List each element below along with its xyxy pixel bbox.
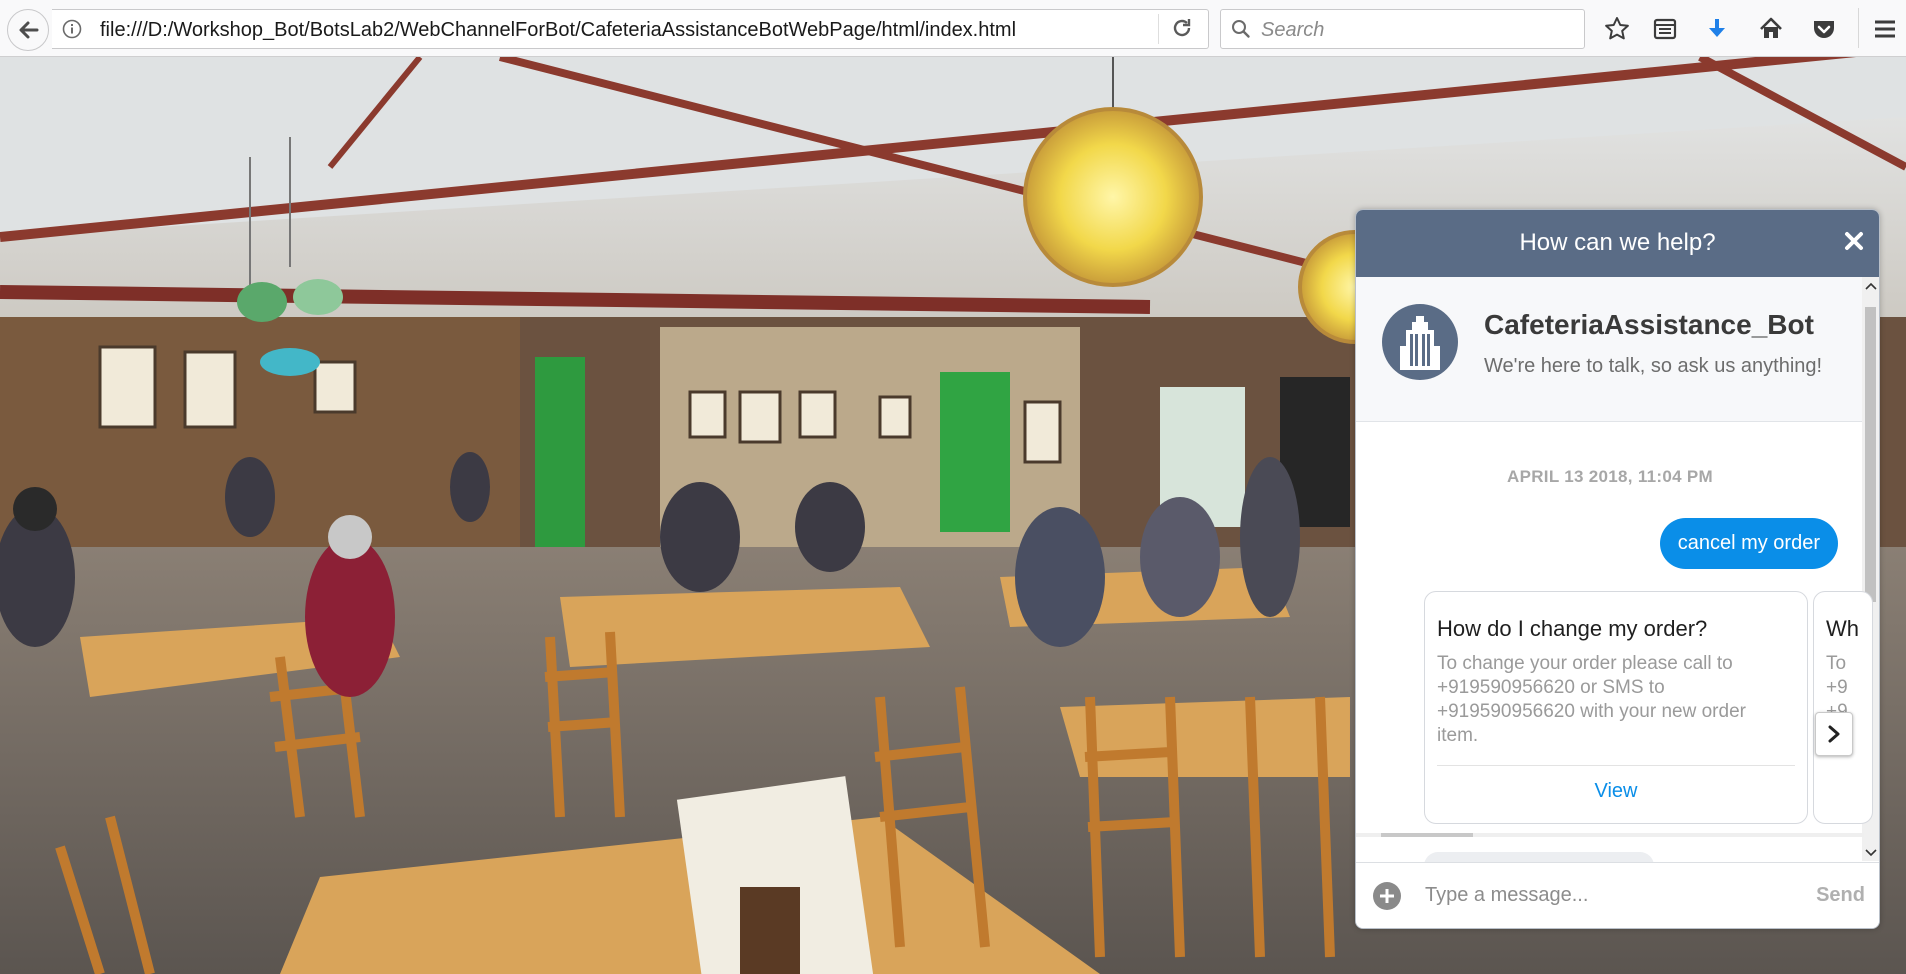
plus-circle-icon	[1373, 882, 1401, 910]
download-button[interactable]	[1702, 14, 1732, 44]
reload-icon	[1173, 19, 1191, 37]
search-icon	[1232, 20, 1250, 38]
chevron-down-icon	[1864, 848, 1877, 856]
close-chat-button[interactable]	[1841, 228, 1867, 254]
home-button[interactable]	[1756, 14, 1786, 44]
pocket-icon	[1814, 21, 1834, 38]
bookmark-star-icon	[1605, 17, 1629, 40]
suggestion-card-partial: Wh To +9 +9	[1813, 591, 1873, 824]
chat-header: How can we help?	[1356, 210, 1879, 277]
user-message-bubble: cancel my order	[1659, 518, 1838, 569]
card-title: How do I change my order?	[1437, 616, 1708, 641]
reading-list-icon	[1653, 18, 1677, 40]
card-divider	[1437, 765, 1795, 766]
card-body: To change your order please call to +919…	[1437, 653, 1746, 746]
reading-list-button[interactable]	[1650, 14, 1680, 44]
url-text[interactable]: file:///D:/Workshop_Bot/BotsLab2/WebChan…	[100, 19, 1016, 42]
menu-button[interactable]	[1870, 14, 1900, 44]
chevron-up-icon	[1864, 282, 1877, 290]
send-button[interactable]: Send	[1816, 884, 1865, 907]
card-view-button[interactable]: View	[1425, 780, 1807, 803]
suggestion-card: How do I change my order? To change your…	[1424, 591, 1808, 824]
search-box[interactable]	[1220, 9, 1585, 49]
scroll-down-button[interactable]	[1862, 844, 1879, 861]
info-icon[interactable]	[62, 19, 82, 39]
chat-title: How can we help?	[1519, 229, 1716, 256]
message-timestamp: APRIL 13 2018, 11:04 PM	[1507, 467, 1713, 486]
web-page: How can we help? CafeteriaAssistance_Bot…	[0, 57, 1906, 974]
home-icon	[1760, 17, 1782, 38]
carousel-scroll-thumb[interactable]	[1381, 833, 1473, 837]
bot-tagline: We're here to talk, so ask us anything!	[1484, 355, 1823, 377]
chat-widget: How can we help? CafeteriaAssistance_Bot…	[1355, 209, 1880, 929]
close-icon	[1845, 232, 1863, 250]
bot-avatar-icon	[1382, 304, 1458, 380]
pocket-button[interactable]	[1809, 14, 1839, 44]
search-input[interactable]	[1259, 16, 1569, 44]
card-title: Wh	[1826, 616, 1859, 641]
separator	[1158, 14, 1159, 44]
bookmark-star-button[interactable]	[1602, 14, 1632, 44]
browser-toolbar: file:///D:/Workshop_Bot/BotsLab2/WebChan…	[0, 0, 1906, 57]
message-input-bar: Send	[1356, 862, 1879, 928]
back-button[interactable]	[7, 9, 49, 51]
message-input[interactable]	[1423, 879, 1783, 911]
card-body-line: +9	[1826, 677, 1848, 698]
bot-profile: CafeteriaAssistance_Bot We're here to ta…	[1356, 277, 1864, 422]
menu-icon	[1875, 20, 1895, 38]
card-body-line: To	[1826, 653, 1847, 674]
back-arrow-icon	[19, 21, 39, 39]
scroll-up-button[interactable]	[1862, 277, 1879, 294]
scrollbar-thumb[interactable]	[1865, 307, 1876, 602]
attach-button[interactable]	[1372, 881, 1402, 916]
download-icon	[1709, 19, 1725, 37]
toolbar-separator	[1858, 8, 1859, 48]
chevron-right-icon	[1828, 725, 1840, 743]
bot-name: CafeteriaAssistance_Bot	[1484, 309, 1814, 340]
carousel-next-button[interactable]	[1815, 712, 1853, 756]
reload-button[interactable]	[1170, 16, 1194, 45]
address-bar[interactable]: file:///D:/Workshop_Bot/BotsLab2/WebChan…	[52, 9, 1209, 49]
